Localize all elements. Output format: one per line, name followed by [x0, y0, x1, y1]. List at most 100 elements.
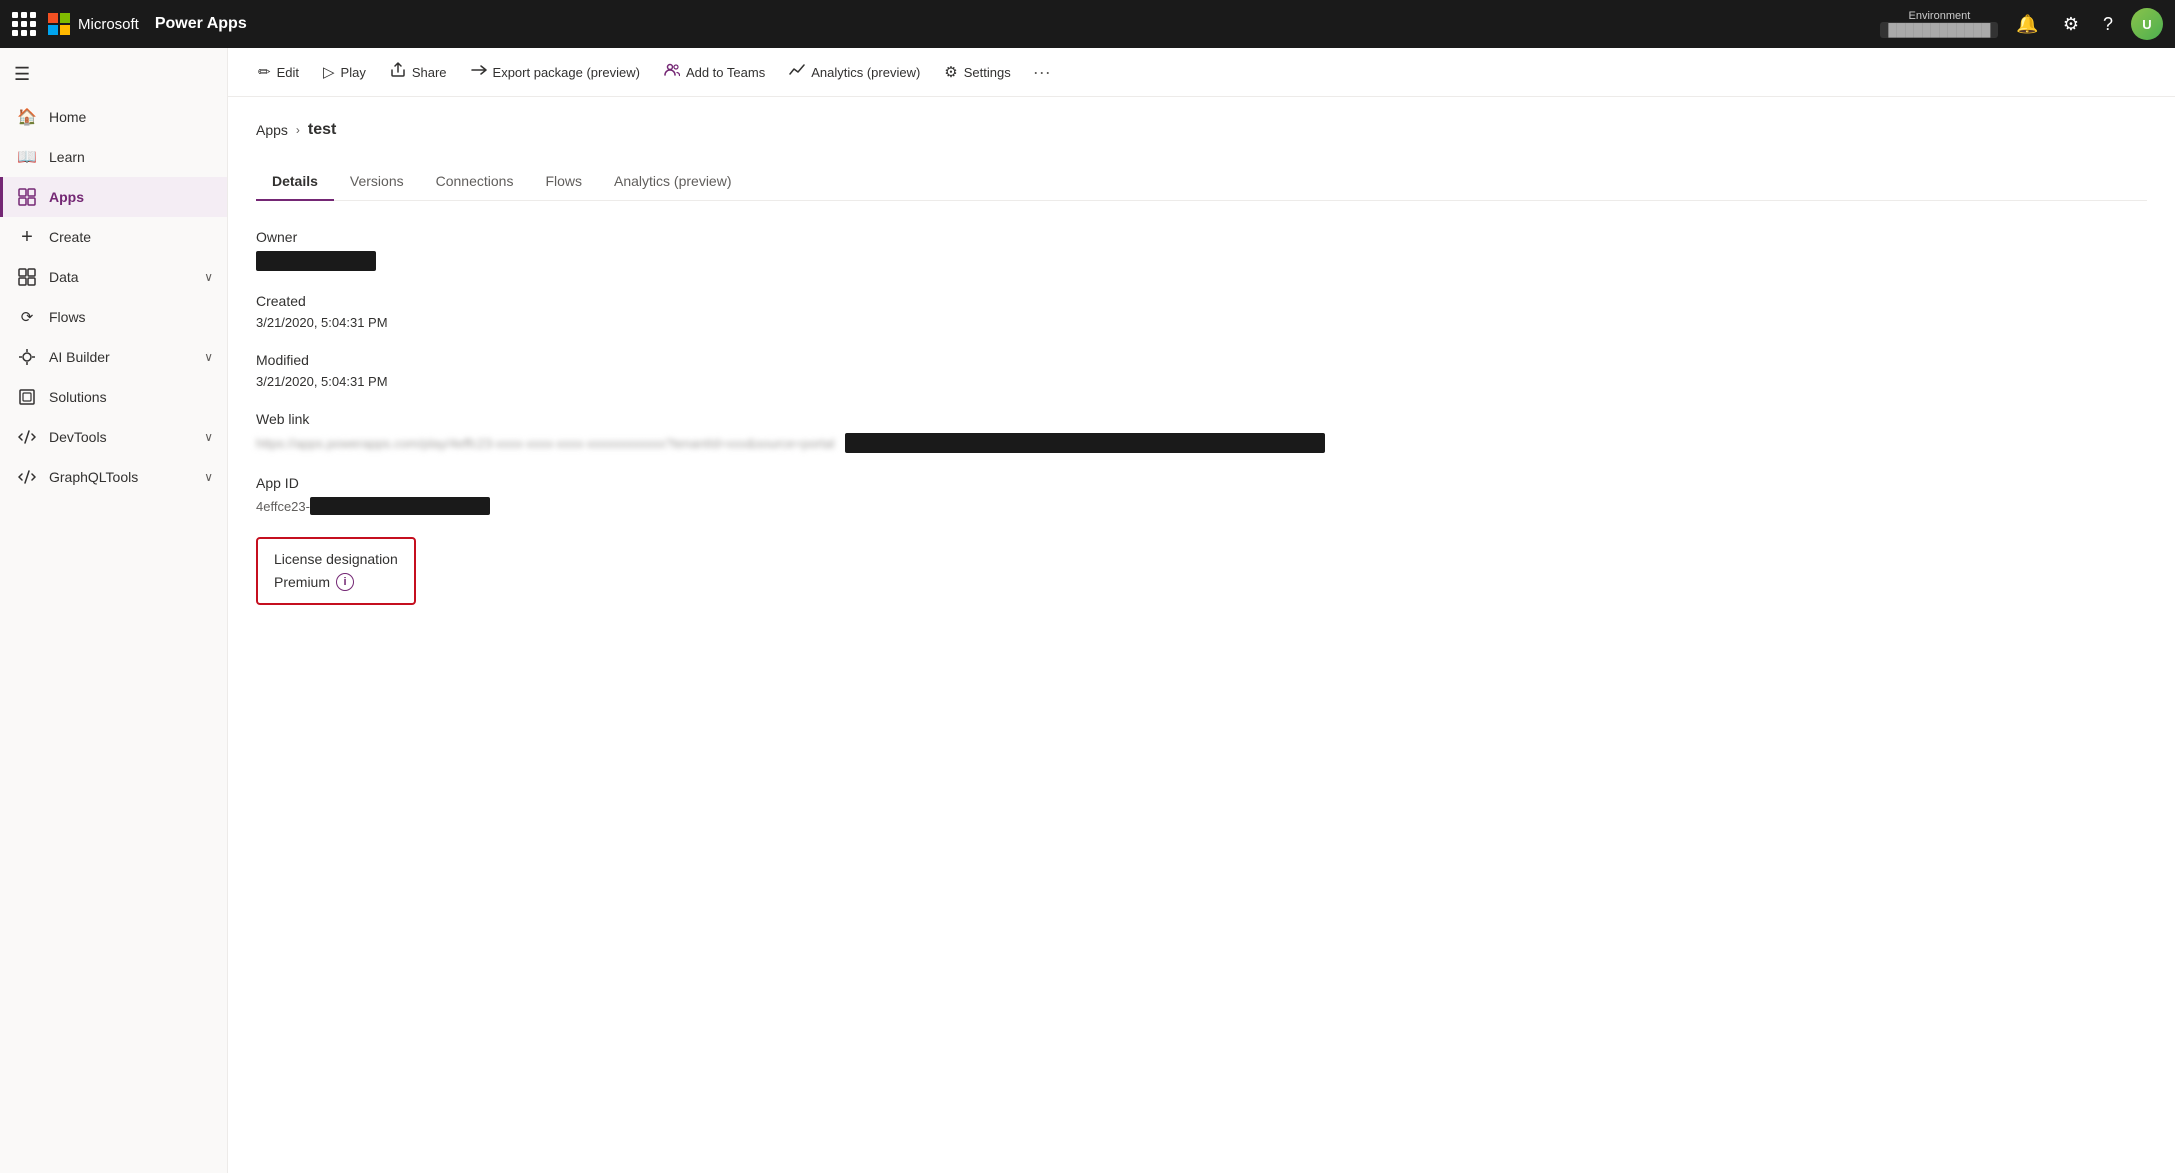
create-icon: + — [17, 227, 37, 247]
sidebar-item-data[interactable]: Data ∨ — [0, 257, 227, 297]
sidebar-item-learn[interactable]: 📖 Learn — [0, 137, 227, 177]
ms-logo: Microsoft — [48, 13, 139, 35]
share-icon — [390, 62, 406, 82]
sidebar-item-devtools[interactable]: DevTools ∨ — [0, 417, 227, 457]
weblink-redacted — [845, 433, 1325, 453]
analytics-label: Analytics (preview) — [811, 65, 920, 80]
sidebar-item-home[interactable]: 🏠 Home — [0, 97, 227, 137]
sidebar-label-solutions: Solutions — [49, 389, 213, 405]
breadcrumb-current: test — [308, 121, 336, 139]
license-label: License designation — [274, 551, 398, 567]
home-icon: 🏠 — [17, 107, 37, 127]
sidebar-item-ai-builder[interactable]: AI Builder ∨ — [0, 337, 227, 377]
waffle-menu[interactable] — [12, 12, 36, 36]
modified-label: Modified — [256, 352, 2147, 368]
tab-flows[interactable]: Flows — [529, 163, 598, 201]
created-value: 3/21/2020, 5:04:31 PM — [256, 315, 2147, 330]
license-info-icon[interactable]: i — [336, 573, 354, 591]
created-label: Created — [256, 293, 2147, 309]
teams-icon — [664, 62, 680, 82]
sidebar-label-ai-builder: AI Builder — [49, 349, 192, 365]
chevron-down-icon-2: ∨ — [204, 350, 213, 364]
modified-value: 3/21/2020, 5:04:31 PM — [256, 374, 2147, 389]
sidebar-label-apps: Apps — [49, 189, 213, 205]
edit-icon: ✏ — [258, 63, 271, 81]
notification-button[interactable]: 🔔 — [2010, 10, 2044, 39]
flows-icon: ⟳ — [17, 307, 37, 327]
sidebar-item-apps[interactable]: Apps — [0, 177, 227, 217]
chevron-down-icon-3: ∨ — [204, 430, 213, 444]
sidebar-label-learn: Learn — [49, 149, 213, 165]
app-title: Power Apps — [155, 15, 247, 33]
weblink-field: Web link https://apps.powerapps.com/play… — [256, 411, 2147, 453]
export-button[interactable]: Export package (preview) — [461, 56, 650, 88]
devtools-icon — [17, 427, 37, 447]
appid-label: App ID — [256, 475, 2147, 491]
play-icon: ▷ — [323, 63, 335, 81]
owner-redacted — [256, 251, 376, 271]
owner-value — [256, 251, 2147, 271]
appid-partial-text: 4effce23- — [256, 499, 310, 514]
edit-label: Edit — [277, 65, 299, 80]
owner-field: Owner — [256, 229, 2147, 271]
user-avatar[interactable]: U — [2131, 8, 2163, 40]
export-label: Export package (preview) — [493, 65, 640, 80]
ai-builder-icon — [17, 347, 37, 367]
weblink-label: Web link — [256, 411, 2147, 427]
license-value-row: Premium i — [274, 573, 398, 591]
detail-tabs: Details Versions Connections Flows Analy… — [256, 163, 2147, 201]
environment-label: Environment — [1909, 10, 1971, 22]
weblink-row: https://apps.powerapps.com/play/4effc23-… — [256, 433, 2147, 453]
share-label: Share — [412, 65, 447, 80]
owner-label: Owner — [256, 229, 2147, 245]
sidebar-item-solutions[interactable]: Solutions — [0, 377, 227, 417]
sidebar-label-devtools: DevTools — [49, 429, 192, 445]
sidebar-item-graphqltools[interactable]: GraphQLTools ∨ — [0, 457, 227, 497]
breadcrumb-separator: › — [296, 123, 300, 137]
environment-value: ████████████ — [1880, 22, 1998, 38]
apps-icon — [17, 187, 37, 207]
sidebar-label-data: Data — [49, 269, 192, 285]
sidebar-label-graphqltools: GraphQLTools — [49, 469, 192, 485]
help-button[interactable]: ? — [2097, 10, 2119, 39]
sidebar-label-flows: Flows — [49, 309, 213, 325]
sidebar-label-home: Home — [49, 109, 213, 125]
export-icon — [471, 62, 487, 82]
graphqltools-icon — [17, 467, 37, 487]
sidebar-item-flows[interactable]: ⟳ Flows — [0, 297, 227, 337]
play-label: Play — [341, 65, 366, 80]
share-button[interactable]: Share — [380, 56, 457, 88]
tab-analytics[interactable]: Analytics (preview) — [598, 163, 747, 201]
add-to-teams-label: Add to Teams — [686, 65, 765, 80]
breadcrumb: Apps › test — [256, 121, 2147, 139]
sidebar: ☰ 🏠 Home 📖 Learn Apps + Create — [0, 48, 228, 1173]
action-toolbar: ✏ Edit ▷ Play Share — [228, 48, 2175, 97]
sidebar-label-create: Create — [49, 229, 213, 245]
settings-button[interactable]: ⚙ — [2057, 10, 2085, 39]
weblink-blur-value: https://apps.powerapps.com/play/4effc23-… — [256, 436, 835, 451]
appid-redacted — [310, 497, 490, 515]
sidebar-toggle[interactable]: ☰ — [0, 56, 227, 93]
play-button[interactable]: ▷ Play — [313, 57, 376, 87]
learn-icon: 📖 — [17, 147, 37, 167]
tab-versions[interactable]: Versions — [334, 163, 420, 201]
chevron-down-icon-4: ∨ — [204, 470, 213, 484]
edit-button[interactable]: ✏ Edit — [248, 57, 309, 87]
modified-field: Modified 3/21/2020, 5:04:31 PM — [256, 352, 2147, 389]
tab-connections[interactable]: Connections — [420, 163, 530, 201]
license-value-text: Premium — [274, 574, 330, 590]
breadcrumb-apps-link[interactable]: Apps — [256, 122, 288, 138]
sidebar-item-create[interactable]: + Create — [0, 217, 227, 257]
tab-details[interactable]: Details — [256, 163, 334, 201]
data-icon — [17, 267, 37, 287]
more-options-button[interactable]: ··· — [1025, 58, 1059, 87]
appid-field: App ID 4effce23- — [256, 475, 2147, 515]
main-content: ✏ Edit ▷ Play Share — [228, 48, 2175, 1173]
appid-value: 4effce23- — [256, 497, 2147, 515]
settings-toolbar-button[interactable]: ⚙ Settings — [934, 57, 1020, 87]
analytics-button[interactable]: Analytics (preview) — [779, 56, 930, 88]
solutions-icon — [17, 387, 37, 407]
settings-icon: ⚙ — [944, 63, 957, 81]
environment-selector[interactable]: Environment ████████████ — [1880, 10, 1998, 38]
add-to-teams-button[interactable]: Add to Teams — [654, 56, 775, 88]
